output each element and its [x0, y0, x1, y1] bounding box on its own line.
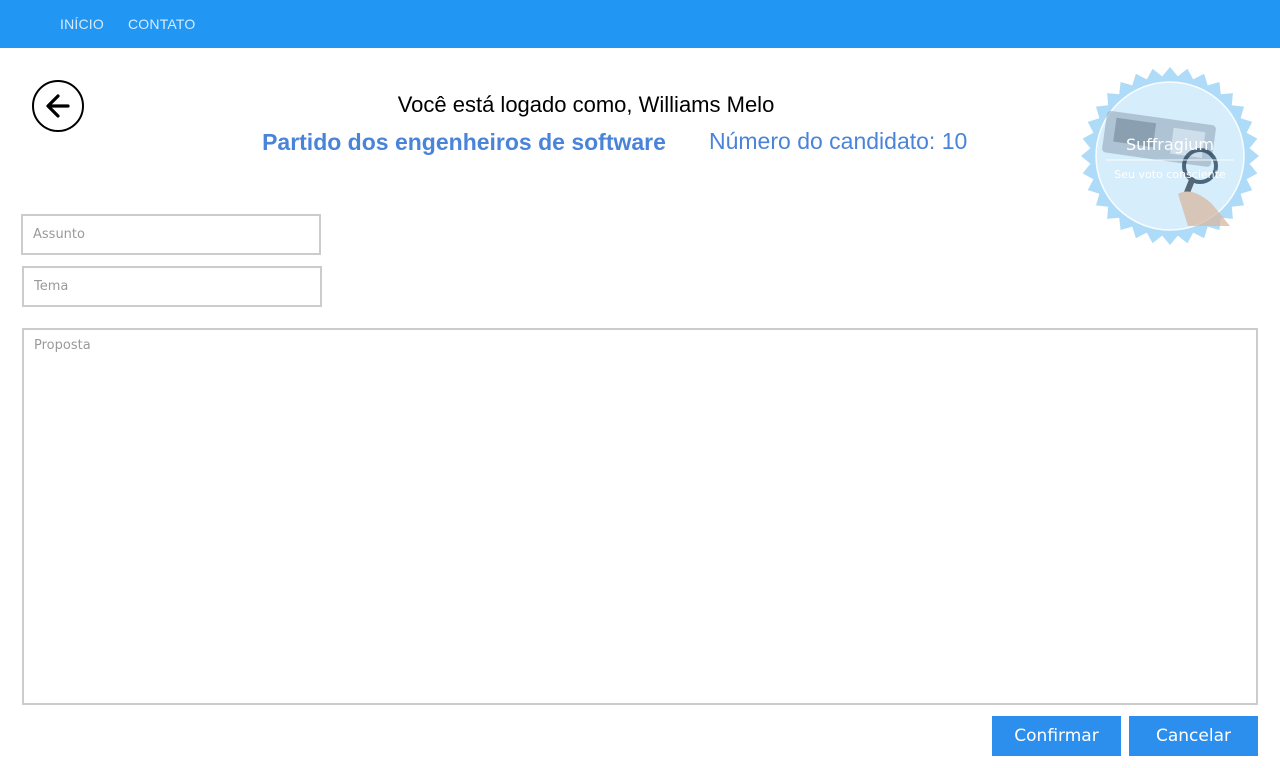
logged-user-text: Você está logado como, Williams Melo [397, 92, 775, 117]
arrow-left-icon [46, 94, 70, 118]
top-navbar: INÍCIO CONTATO [0, 0, 1280, 48]
back-button[interactable] [32, 80, 84, 132]
nav-link-inicio[interactable]: INÍCIO [60, 16, 104, 32]
cancel-button[interactable]: Cancelar [1129, 716, 1258, 756]
subject-input[interactable] [21, 214, 321, 255]
logo-subtitle: Seu voto consciente [1114, 168, 1226, 181]
confirm-button[interactable]: Confirmar [992, 716, 1121, 756]
nav-link-contato[interactable]: CONTATO [128, 16, 196, 32]
proposal-textarea[interactable] [22, 328, 1258, 705]
theme-input[interactable] [22, 266, 322, 307]
party-name: Partido dos engenheiros de software [262, 129, 666, 155]
logo-title: Suffragium [1126, 135, 1214, 154]
candidate-number: Número do candidato: 10 [709, 128, 968, 154]
suffragium-logo: Suffragium Seu voto consciente [1081, 67, 1259, 245]
